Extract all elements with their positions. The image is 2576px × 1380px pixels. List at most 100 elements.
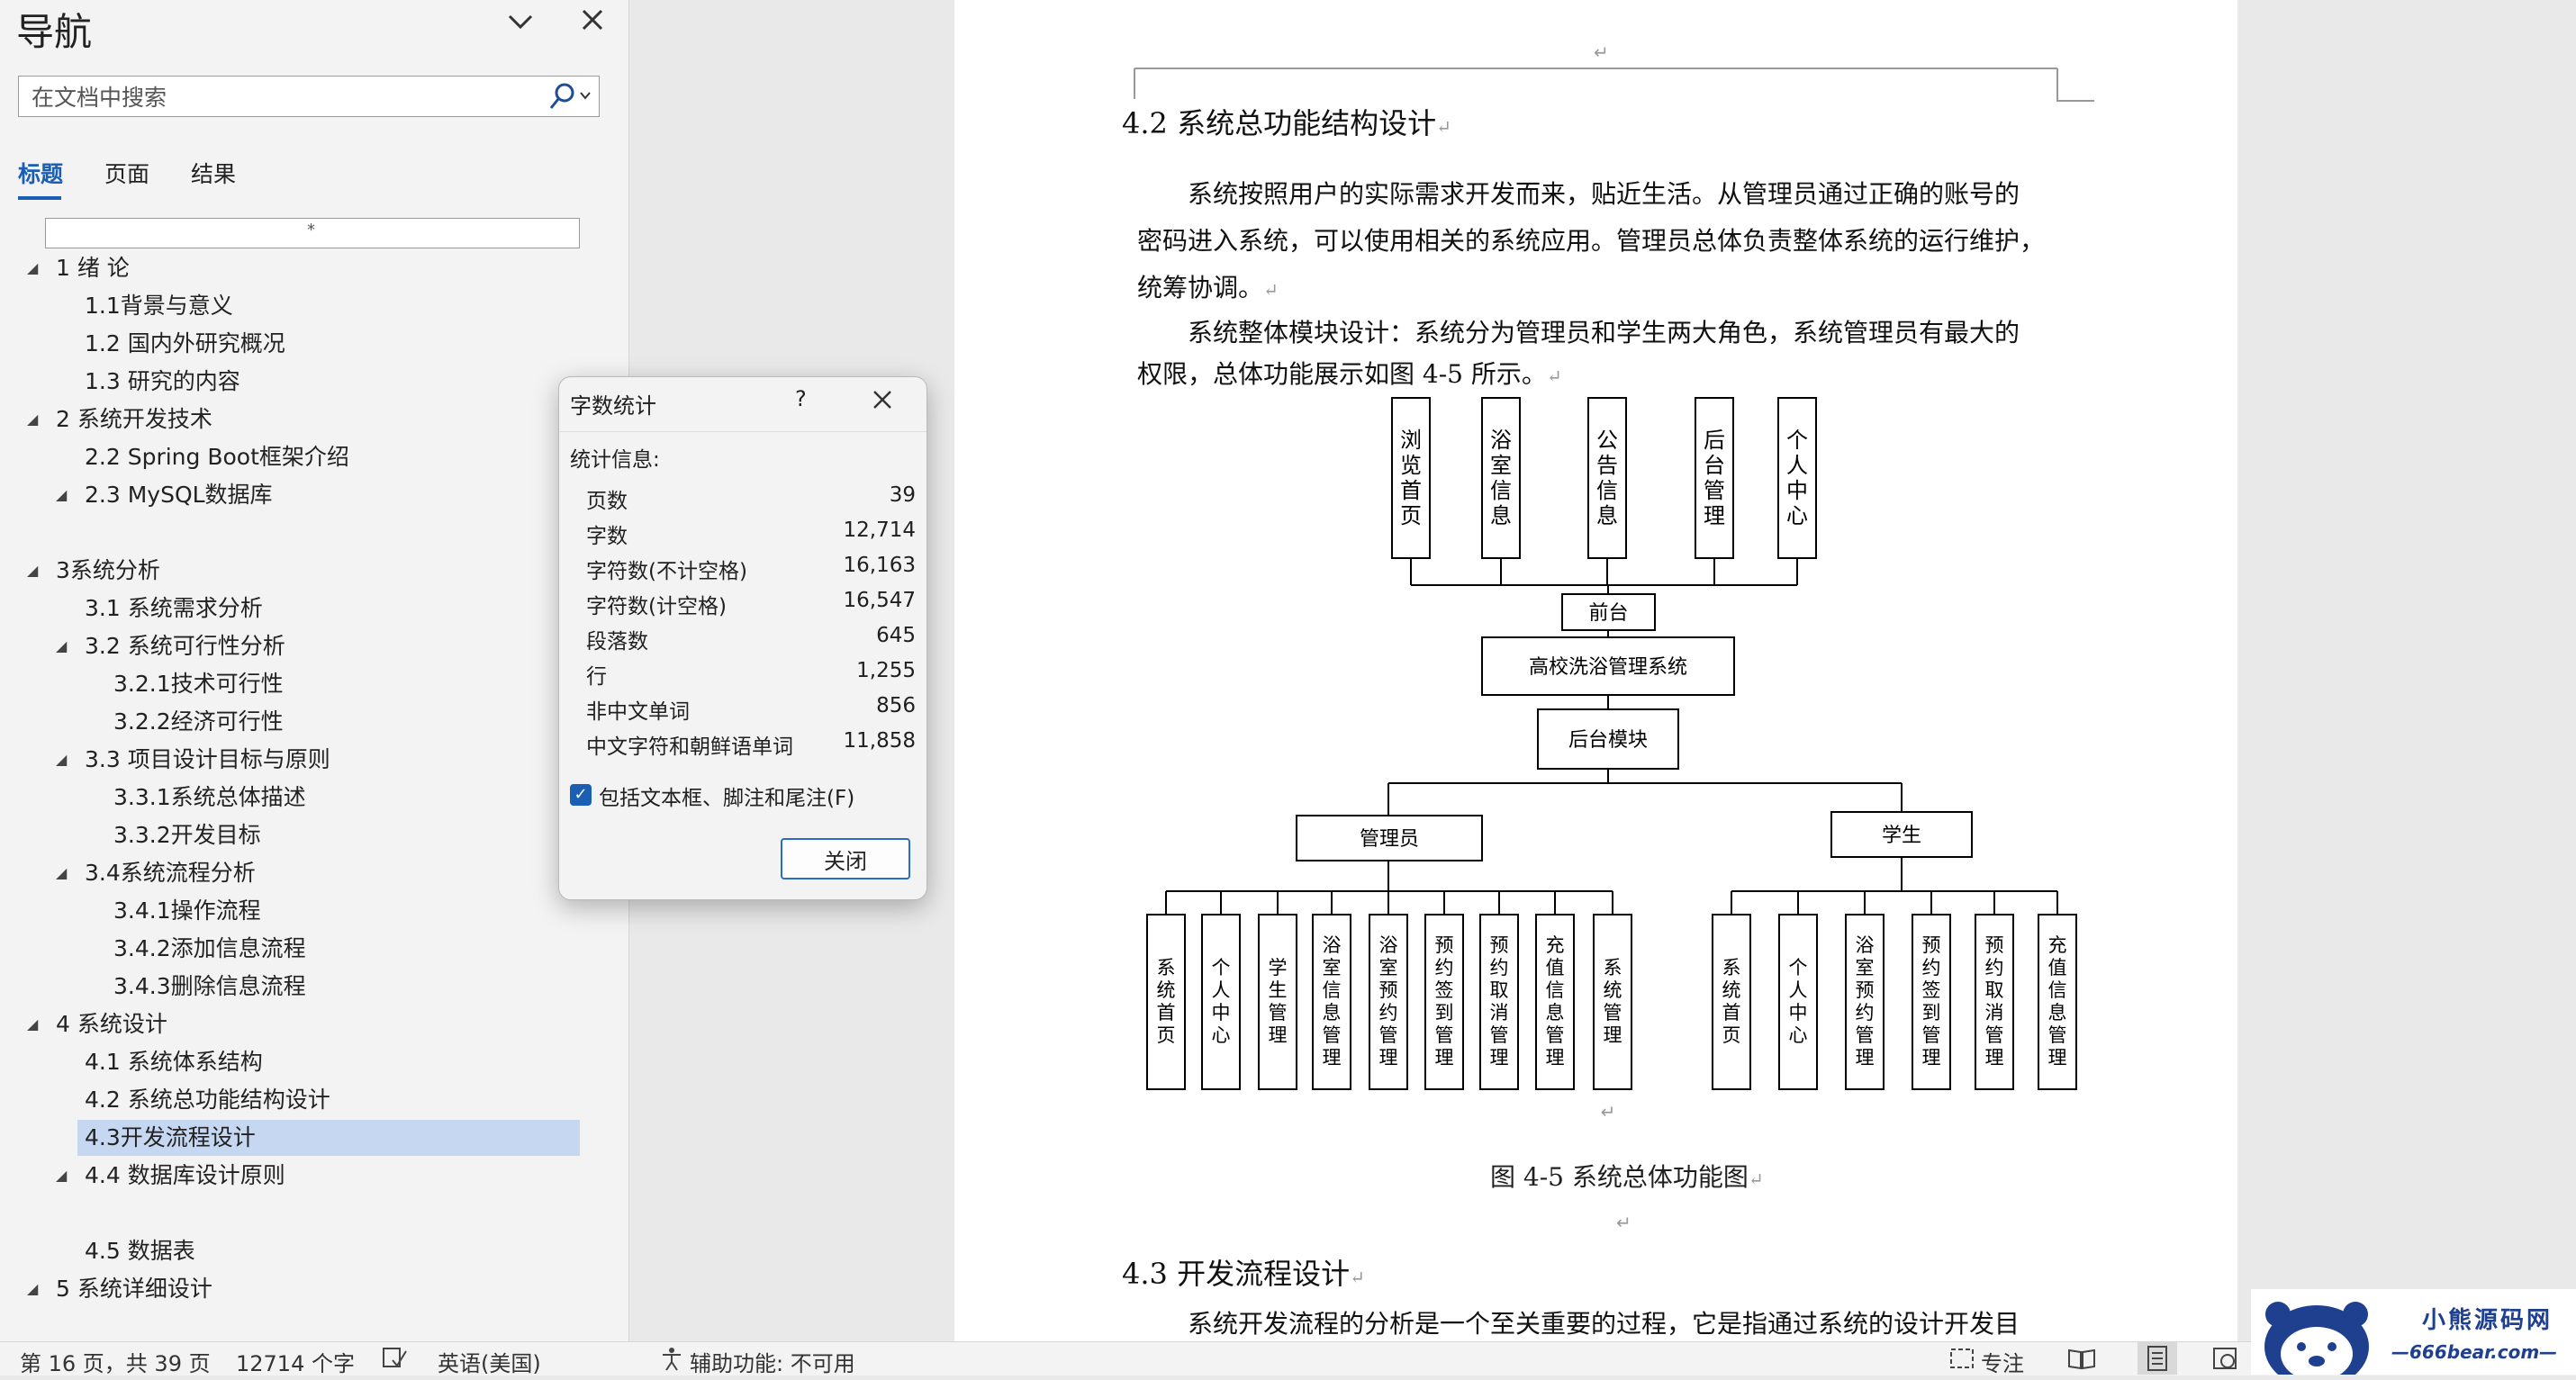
paragraph-mark: ↵ <box>1616 1212 1631 1233</box>
tree-item[interactable]: ◢ 5 系统详细设计 <box>0 1271 621 1307</box>
tree-item[interactable]: 3.4.1操作流程 <box>0 893 621 929</box>
tree-item-empty[interactable] <box>0 515 621 551</box>
heading-4-3-text: 4.3 开发流程设计 <box>1122 1257 1351 1291</box>
focus-icon[interactable] <box>1948 1346 1975 1376</box>
accessibility-status[interactable]: 辅助功能: 不可用 <box>690 1346 855 1377</box>
tree-item[interactable]: 4.2 系统总功能结构设计 <box>0 1082 621 1118</box>
expand-caret-icon[interactable]: ◢ <box>56 1158 67 1194</box>
expand-caret-icon[interactable]: ◢ <box>56 628 67 664</box>
tree-item-label: 3.3.1系统总体描述 <box>113 784 306 810</box>
tab-headings[interactable]: 标题 <box>18 157 63 189</box>
stat-value: 16,547 <box>843 589 916 612</box>
help-button[interactable]: ? <box>795 386 807 411</box>
tree-item[interactable]: ◢ 3.3 项目设计目标与原则 <box>0 742 621 778</box>
tree-item[interactable]: 3.4.2添加信息流程 <box>0 931 621 967</box>
tree-item[interactable]: 3.3.2开发目标 <box>0 817 621 853</box>
tree-item[interactable]: ◢ 4 系统设计 <box>0 1006 621 1042</box>
accessibility-icon[interactable] <box>659 1346 684 1376</box>
stat-value: 39 <box>889 483 916 507</box>
dialog-close-icon[interactable] <box>871 388 894 415</box>
top-node-label: 浏览首页 <box>1400 428 1422 528</box>
language[interactable]: 英语(美国) <box>438 1346 541 1377</box>
tree-item-label: 3.2 系统可行性分析 <box>85 633 285 659</box>
para1-line1: 系统按照用户的实际需求开发而来，贴近生活。从管理员通过正确的账号的 <box>1188 179 2020 209</box>
search-input[interactable] <box>30 77 538 118</box>
tree-item-label: 3.2.2经济可行性 <box>113 708 284 735</box>
admin-child-label: 预约取消管理 <box>1490 934 1509 1069</box>
search-icon[interactable] <box>545 80 595 113</box>
watermark-name: 小熊源码网 <box>2422 1307 2553 1334</box>
word-count[interactable]: 12714 个字 <box>236 1346 355 1377</box>
tree-item[interactable]: ◢ 2.3 MySQL数据库 <box>0 477 621 513</box>
tree-item-label: 4 系统设计 <box>56 1011 167 1037</box>
expand-caret-icon[interactable]: ◢ <box>27 1006 38 1042</box>
nav-title: 导航 <box>16 10 93 54</box>
right-margin <box>2237 0 2576 1341</box>
tree-item-label: 3.3 项目设计目标与原则 <box>85 746 330 772</box>
tab-results[interactable]: 结果 <box>191 157 236 189</box>
expand-caret-icon[interactable]: ◢ <box>27 401 38 437</box>
tree-item[interactable]: 1.3 研究的内容 <box>0 364 621 400</box>
tree-item[interactable]: 3.3.1系统总体描述 <box>0 780 621 816</box>
tree-item[interactable]: ◢ 2 系统开发技术 <box>0 401 621 437</box>
tree-item[interactable]: 3.2.2经济可行性 <box>0 704 621 740</box>
collapse-bar[interactable]: * <box>45 218 580 248</box>
tree-item[interactable]: 4.5 数据表 <box>0 1233 621 1269</box>
focus-mode[interactable]: 专注 <box>1981 1346 2024 1377</box>
expand-caret-icon[interactable]: ◢ <box>27 1271 38 1307</box>
expand-caret-icon[interactable]: ◢ <box>56 477 67 513</box>
tree-item[interactable]: ◢ 3.2 系统可行性分析 <box>0 628 621 664</box>
tree-item-empty[interactable] <box>0 1195 621 1231</box>
expand-caret-icon[interactable]: ◢ <box>27 250 38 286</box>
stat-row: 行 1,255 <box>586 659 916 693</box>
expand-caret-icon[interactable]: ◢ <box>56 855 67 891</box>
body-paragraph-1: 系统按照用户的实际需求开发而来，贴近生活。从管理员通过正确的账号的 密码进入系统… <box>1137 171 2110 398</box>
expand-caret-icon[interactable]: ◢ <box>56 742 67 778</box>
document-page[interactable]: ↵ 4.2 系统总功能结构设计↵ 系统按照用户的实际需求开发而来，贴近生活。从管… <box>954 0 2237 1341</box>
tree-item[interactable]: ◢ 1 绪 论 <box>0 250 621 286</box>
admin-node-label: 管理员 <box>1360 828 1419 851</box>
tree-item[interactable]: 4.1 系统体系结构 <box>0 1044 621 1080</box>
student-node-label: 学生 <box>1882 825 1921 847</box>
stat-value: 1,255 <box>856 659 916 682</box>
admin-child-label: 学生管理 <box>1269 957 1288 1046</box>
para1-line3: 统筹协调。 <box>1137 273 1264 302</box>
tree-item[interactable]: ◢ 4.4 数据库设计原则 <box>0 1158 621 1194</box>
front-node-label: 前台 <box>1588 602 1628 625</box>
include-textbox-checkbox[interactable]: ✓ <box>570 784 592 806</box>
top-node-label: 个人中心 <box>1786 428 1808 528</box>
admin-child-label: 浴室信息管理 <box>1323 934 1342 1069</box>
tree-item[interactable]: 4.3开发流程设计 <box>77 1120 580 1156</box>
tree-item[interactable]: ◢ 3.4系统流程分析 <box>0 855 621 891</box>
paragraph-mark: ↵ <box>1601 1101 1616 1123</box>
para1-line2: 密码进入系统，可以使用相关的系统应用。管理员总体负责整体系统的运行维护， <box>1137 226 2046 256</box>
stat-value: 12,714 <box>843 519 916 542</box>
tree-item-label: 2.2 Spring Boot框架介绍 <box>85 444 349 470</box>
student-child-label: 预约取消管理 <box>1985 934 2004 1069</box>
word-count-dialog: 字数统计 ? 统计信息: 页数 39 字数 12,714 字符数(不计空格) 16,163… <box>558 376 927 900</box>
page-count[interactable]: 第 16 页，共 39 页 <box>20 1346 211 1377</box>
tree-item[interactable]: 3.4.3删除信息流程 <box>0 969 621 1005</box>
tree-item[interactable]: 3.2.1技术可行性 <box>0 666 621 702</box>
tab-pages[interactable]: 页面 <box>104 157 149 189</box>
tree-item[interactable]: 1.2 国内外研究概况 <box>0 326 621 362</box>
read-mode-icon[interactable] <box>2067 1346 2096 1376</box>
tree-item[interactable]: ◢ 3系统分析 <box>0 553 621 589</box>
tree-item[interactable]: 3.1 系统需求分析 <box>0 591 621 627</box>
tree-item[interactable]: 1.1背景与意义 <box>0 288 621 324</box>
heading-4-3: 4.3 开发流程设计↵ <box>1122 1257 1365 1291</box>
figure-caption: 图 4-5 系统总体功能图↵ <box>1490 1162 1764 1192</box>
print-layout-icon[interactable] <box>2138 1342 2177 1375</box>
web-layout-icon[interactable] <box>2211 1346 2240 1376</box>
tree-item-label: 4.3开发流程设计 <box>85 1124 256 1150</box>
close-button[interactable]: 关闭 <box>781 838 910 879</box>
close-icon[interactable] <box>578 5 607 42</box>
tree-item-label: 1 绪 论 <box>56 255 130 281</box>
tree-item[interactable]: 2.2 Spring Boot框架介绍 <box>0 439 621 475</box>
stat-row: 字符数(计空格) 16,547 <box>586 589 916 623</box>
student-child-label: 预约签到管理 <box>1922 934 1941 1069</box>
expand-caret-icon[interactable]: ◢ <box>27 553 38 589</box>
top-node-label: 浴室信息 <box>1490 428 1512 528</box>
chevron-down-icon[interactable] <box>504 5 537 46</box>
proofing-icon[interactable] <box>382 1346 409 1376</box>
